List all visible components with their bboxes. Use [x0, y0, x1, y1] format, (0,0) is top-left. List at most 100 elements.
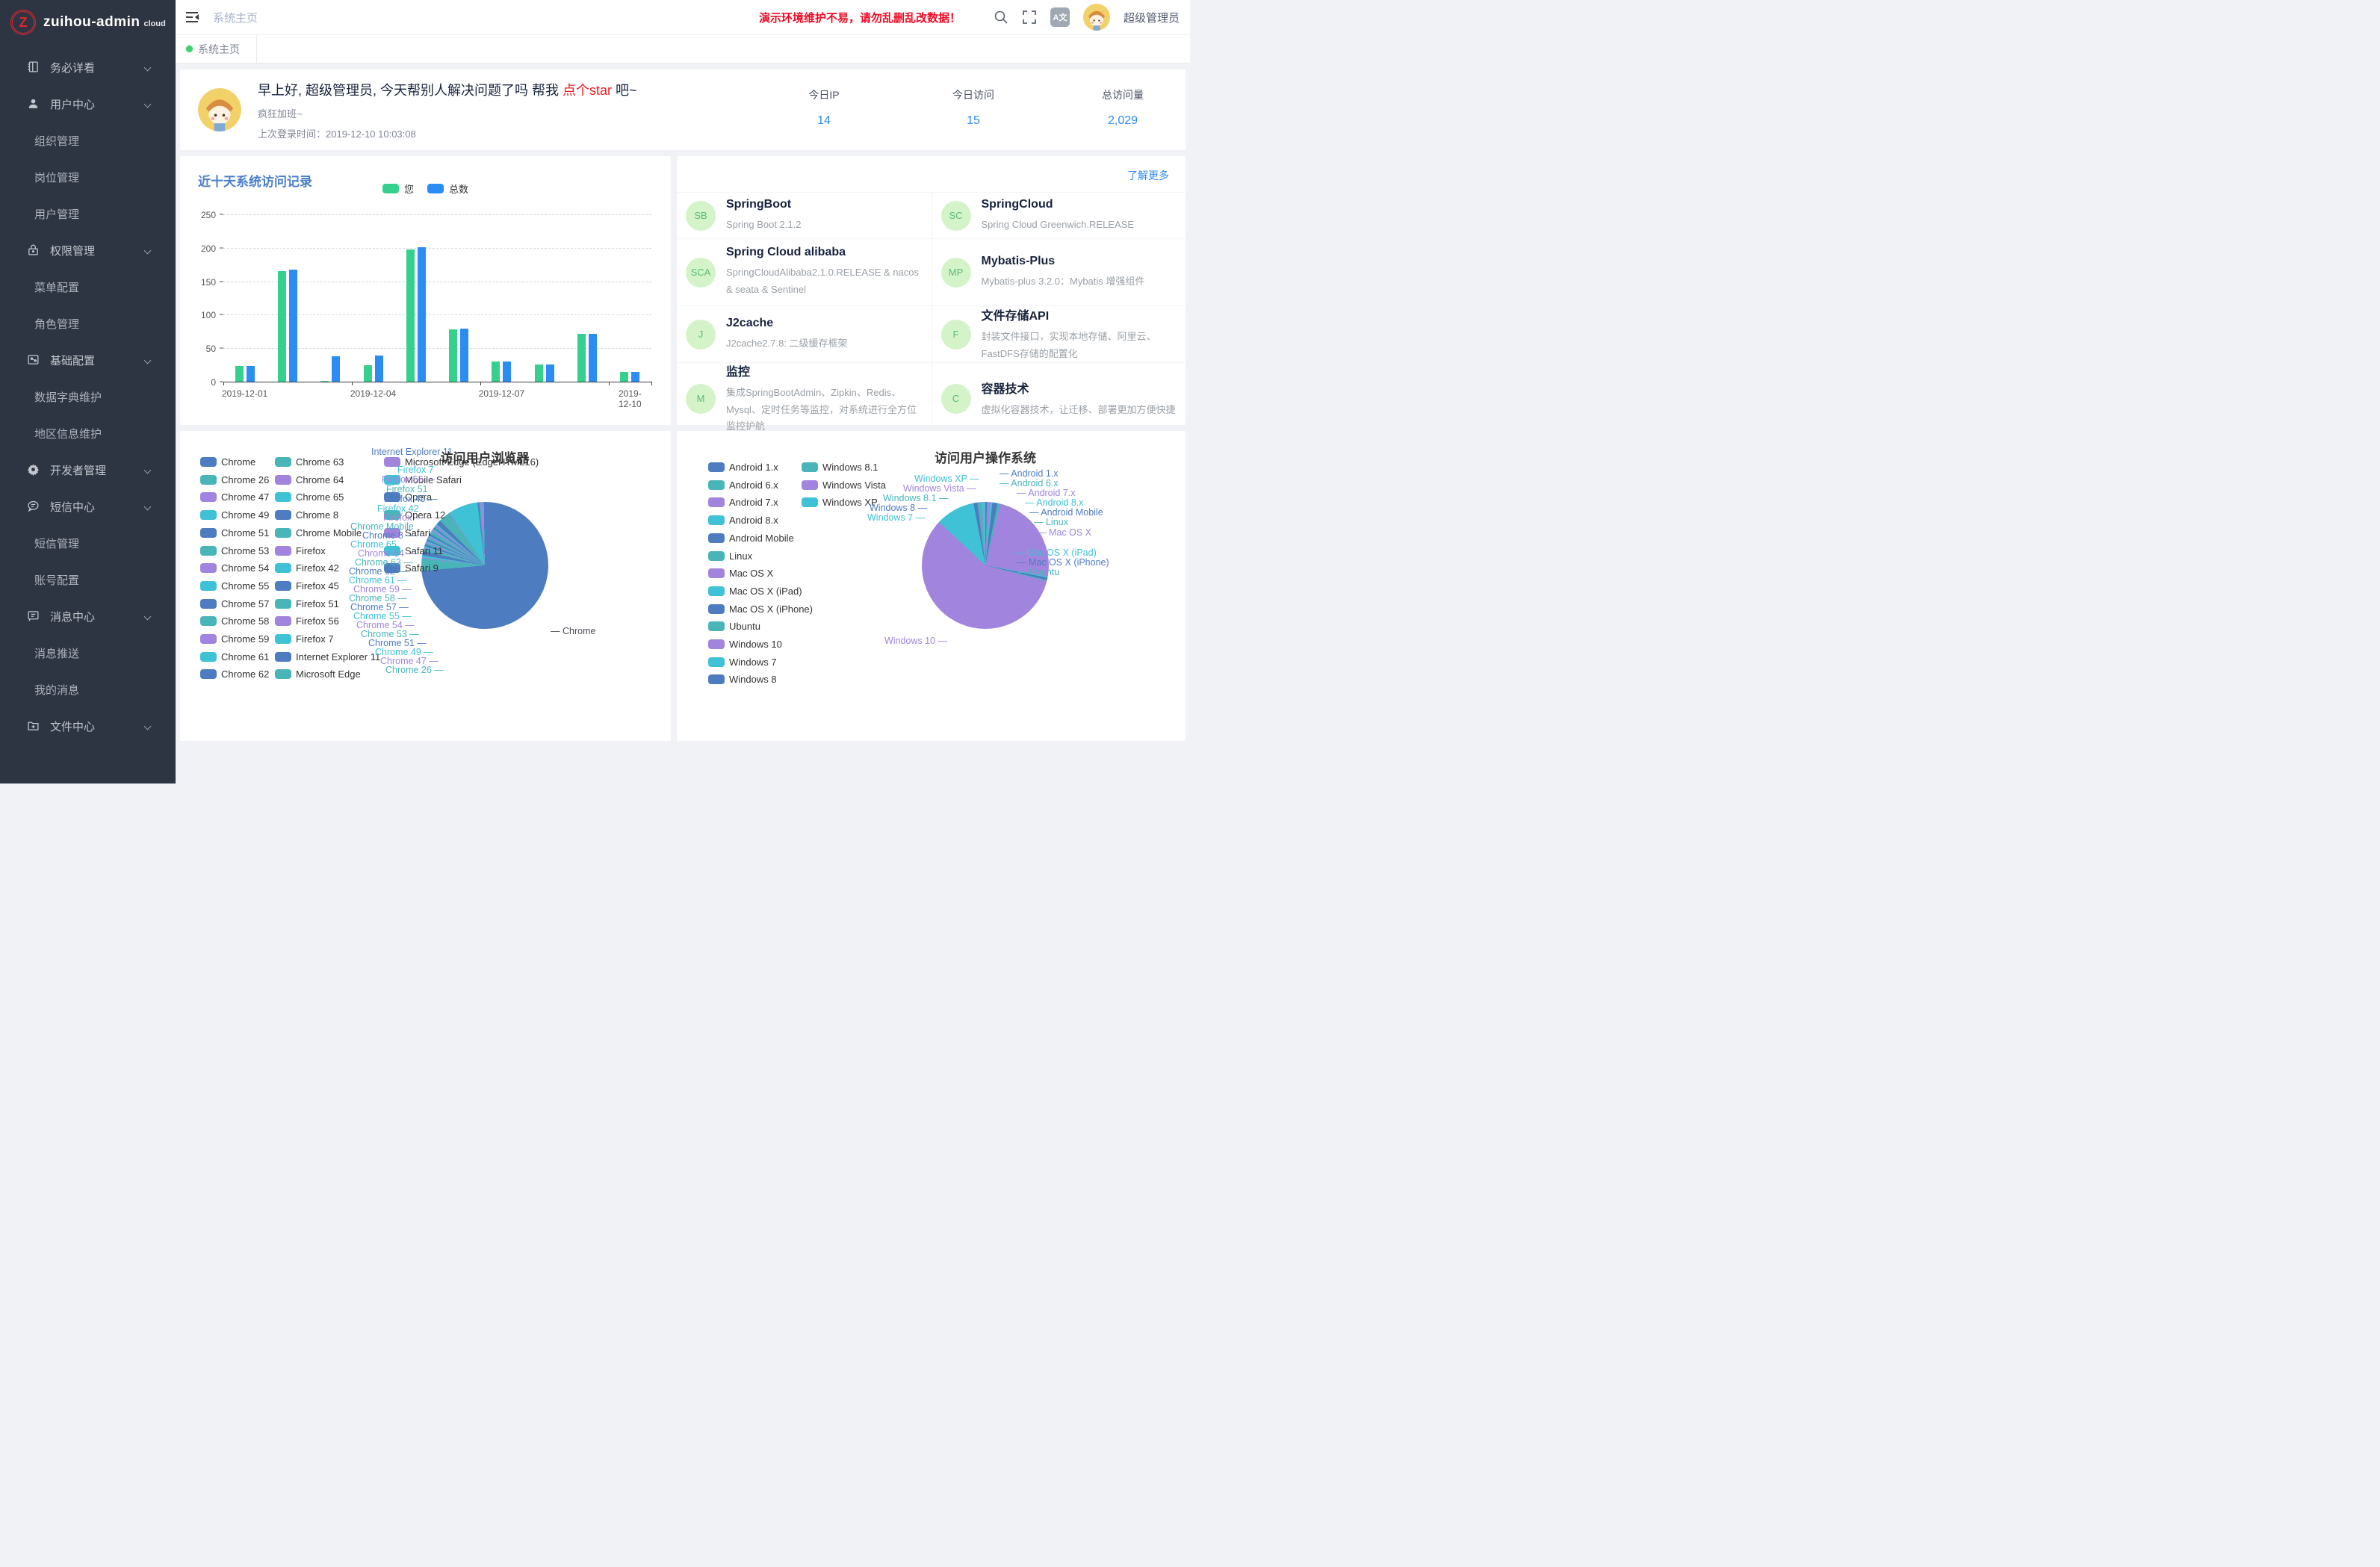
- pie-legend-item[interactable]: Android 6.x: [708, 480, 778, 491]
- legend-swatch: [200, 563, 217, 573]
- legend-label: Chrome 49: [221, 509, 269, 521]
- legend-label: Microsoft Edge: [296, 668, 361, 680]
- pie-legend-item[interactable]: Mac OS X: [708, 568, 773, 579]
- sidebar-item-developer[interactable]: 开发者管理: [0, 452, 176, 488]
- pie-legend-item[interactable]: Internet Explorer 11: [275, 651, 380, 663]
- pie-legend-item[interactable]: Chrome 63: [275, 456, 344, 468]
- pie-legend-item[interactable]: Firefox 42: [275, 562, 339, 574]
- pie-legend-item[interactable]: Chrome 26: [200, 474, 269, 485]
- pie-legend-item[interactable]: Firefox 7: [275, 633, 334, 645]
- pie-legend-item[interactable]: Chrome 64: [275, 474, 344, 485]
- pie-legend-item[interactable]: Chrome 53: [200, 545, 269, 556]
- pie-legend-item[interactable]: Firefox 45: [275, 580, 339, 592]
- pie-legend-item[interactable]: Chrome 55: [200, 580, 269, 592]
- pie-legend-item[interactable]: Chrome 58: [200, 615, 269, 627]
- pie-legend-item[interactable]: Firefox 56: [275, 615, 339, 627]
- sidebar-subitem-user-center[interactable]: 组织管理: [0, 122, 176, 159]
- tab-system-home[interactable]: 系统主页: [176, 35, 257, 63]
- header-actions: 演示环境维护不易，请勿乱删乱改数据！ A文 超级管理员: [759, 4, 1180, 31]
- pie-legend-item[interactable]: Chrome 65: [275, 491, 344, 503]
- pie-legend-item[interactable]: Android 8.x: [708, 515, 778, 526]
- last-login: 上次登录时间：2019-12-10 10:03:08: [258, 126, 637, 140]
- stats-row: 今日IP14今日访问15总访问量2,029: [791, 87, 1156, 128]
- pie-callout-label: Windows 10 —: [884, 636, 947, 646]
- sidebar-subitem-sms-center[interactable]: 账号配置: [0, 562, 176, 598]
- sidebar-subitem-permission[interactable]: 菜单配置: [0, 269, 176, 305]
- pie-legend-item[interactable]: Windows Vista: [802, 480, 886, 491]
- pie-callout-label: Windows 8.1 —: [883, 493, 949, 503]
- pie-legend-item[interactable]: Android 7.x: [708, 497, 778, 508]
- pie-callout-label: — Mac OS X: [1037, 527, 1091, 538]
- bar-group: [480, 214, 523, 382]
- legend-swatch: [275, 546, 291, 556]
- sidebar-item-base-config[interactable]: 基础配置: [0, 342, 176, 379]
- pie-legend-item[interactable]: Windows 8.1: [802, 462, 878, 473]
- pie-legend-item[interactable]: Windows 7: [708, 657, 777, 668]
- menu-fold-icon[interactable]: [186, 11, 199, 23]
- sidebar-item-file-center[interactable]: 文件中心: [0, 708, 176, 745]
- pie-legend-item[interactable]: Chrome: [200, 456, 255, 468]
- pie-legend-item[interactable]: Mac OS X (iPad): [708, 586, 802, 597]
- sidebar-item-must-read[interactable]: 务必详看: [0, 49, 176, 86]
- pie-callout-label: Windows Vista —: [903, 483, 976, 494]
- pie-legend-item[interactable]: Chrome 57: [200, 598, 269, 609]
- x-axis-label: 2019-12-10: [619, 388, 642, 409]
- sidebar-subitem-sms-center[interactable]: 短信管理: [0, 525, 176, 562]
- learn-more-link[interactable]: 了解更多: [1127, 168, 1169, 183]
- pie-legend-item[interactable]: Windows 10: [708, 639, 782, 650]
- pie-legend-item[interactable]: Android 1.x: [708, 462, 778, 473]
- sidebar-item-user-center[interactable]: 用户中心: [0, 86, 176, 122]
- pie-legend-item[interactable]: Windows XP: [802, 497, 878, 508]
- legend-label: Windows 8: [729, 674, 777, 685]
- pie-legend-item[interactable]: Chrome 62: [200, 668, 269, 680]
- sidebar-subitem-permission[interactable]: 角色管理: [0, 305, 176, 342]
- pie-legend-item[interactable]: Linux: [708, 550, 752, 562]
- sidebar-subitem-base-config[interactable]: 数据字典维护: [0, 379, 176, 415]
- pie-legend-item[interactable]: Mac OS X (iPhone): [708, 603, 813, 615]
- fullscreen-icon[interactable]: [1022, 10, 1037, 25]
- pie-legend-item[interactable]: Chrome Mobile: [275, 527, 362, 539]
- pie-legend-item[interactable]: Firefox 51: [275, 598, 339, 609]
- bar-group: [223, 214, 266, 382]
- pie-legend-item[interactable]: Firefox: [275, 545, 326, 556]
- sidebar-item-label: 文件中心: [50, 719, 95, 734]
- lock-icon: [27, 243, 40, 258]
- pie-legend-item[interactable]: Chrome 8: [275, 509, 338, 521]
- pie-legend-item[interactable]: Chrome 47: [200, 491, 269, 503]
- username[interactable]: 超级管理员: [1124, 10, 1180, 25]
- sidebar-item-label: 短信中心: [50, 499, 95, 515]
- sidebar-subitem-user-center[interactable]: 用户管理: [0, 196, 176, 232]
- pie-legend-item[interactable]: Android Mobile: [708, 533, 794, 544]
- pie-legend-item[interactable]: Windows 8: [708, 674, 777, 685]
- y-axis-label: 150: [201, 277, 216, 288]
- legend-swatch: [802, 497, 818, 507]
- pie-legend-item[interactable]: Ubuntu: [708, 621, 760, 632]
- font-size-icon[interactable]: A文: [1050, 7, 1070, 27]
- pie-legend-item[interactable]: Chrome 51: [200, 527, 269, 539]
- pie-legend-item[interactable]: Chrome 49: [200, 509, 269, 521]
- sidebar-item-sms-center[interactable]: 短信中心: [0, 488, 176, 525]
- pie-legend-item[interactable]: Chrome 59: [200, 633, 269, 645]
- pie-legend-item[interactable]: Microsoft Edge: [275, 668, 361, 680]
- legend-swatch: [275, 581, 291, 591]
- sidebar-item-message-center[interactable]: 消息中心: [0, 598, 176, 635]
- user-icon: [27, 97, 40, 112]
- pie-legend-item[interactable]: Chrome 61: [200, 651, 269, 663]
- star-link[interactable]: 点个star: [563, 83, 612, 98]
- pie-callout-label: — Mac OS X (iPad): [1014, 547, 1097, 558]
- tech-cell-body: SpringBootSpring Boot 2.1.2: [726, 198, 801, 234]
- sidebar-subitem-message-center[interactable]: 我的消息: [0, 671, 176, 708]
- pie-browser[interactable]: [421, 502, 548, 629]
- legend-item[interactable]: 您: [382, 181, 414, 196]
- user-avatar[interactable]: [1083, 4, 1110, 31]
- sidebar-item-permission[interactable]: 权限管理: [0, 232, 176, 269]
- sidebar-subitem-base-config[interactable]: 地区信息维护: [0, 415, 176, 452]
- sidebar-subitem-user-center[interactable]: 岗位管理: [0, 159, 176, 196]
- pie-legend-item[interactable]: Chrome 54: [200, 562, 269, 574]
- search-icon[interactable]: [994, 10, 1008, 25]
- bar-您: [235, 366, 244, 382]
- legend-item[interactable]: 总数: [427, 181, 468, 196]
- page-root: Z zuihou-admin cloud 务必详看用户中心组织管理岗位管理用户管…: [0, 0, 1190, 784]
- legend-swatch: [275, 563, 291, 573]
- sidebar-subitem-message-center[interactable]: 消息推送: [0, 635, 176, 671]
